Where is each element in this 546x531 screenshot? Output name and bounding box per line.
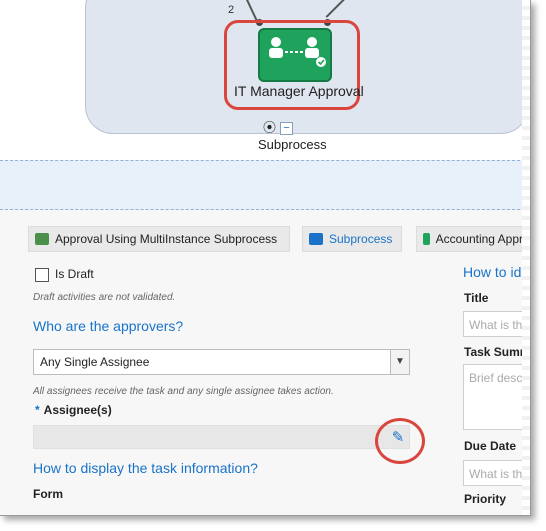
- subprocess-controls: ⦿ −: [263, 117, 294, 136]
- connector-label: 2: [228, 4, 235, 16]
- is-draft-label: Is Draft: [55, 267, 94, 281]
- collapse-button[interactable]: −: [280, 122, 294, 136]
- process-diagram: 2 IT Manager Approval ⦿ − Subprocess: [0, 0, 530, 160]
- approver-hint: All assignees receive the task and any s…: [33, 386, 334, 397]
- multi-instance-icon[interactable]: ⦿: [263, 120, 276, 135]
- tab-approval-task[interactable]: Accounting Appr: [416, 226, 530, 252]
- approver-type-select[interactable]: Any Single Assignee ▼: [33, 349, 410, 375]
- form-label: Form: [33, 487, 63, 501]
- display-heading[interactable]: How to display the task information?: [33, 460, 258, 476]
- title-label: Title: [464, 291, 489, 305]
- title-input[interactable]: What is th: [463, 311, 530, 337]
- screenshot-frame: 2 IT Manager Approval ⦿ − Subprocess Appr…: [0, 0, 531, 516]
- chevron-down-icon[interactable]: ▼: [390, 350, 409, 374]
- tab-process[interactable]: Approval Using MultiInstance Subprocess: [28, 226, 290, 252]
- identify-heading[interactable]: How to id: [463, 264, 521, 280]
- approval-task-node[interactable]: [258, 28, 332, 82]
- torn-edge: [522, 0, 530, 515]
- subprocess-label: Subprocess: [258, 137, 327, 152]
- summary-textarea[interactable]: Brief desc: [463, 364, 530, 430]
- task-title: IT Manager Approval: [234, 83, 364, 99]
- approval-task-icon: [423, 233, 430, 245]
- tab-label: Approval Using MultiInstance Subprocess: [55, 232, 278, 246]
- tab-subprocess[interactable]: Subprocess: [302, 226, 402, 252]
- summary-label: Task Summ: [464, 345, 531, 359]
- due-date-input[interactable]: What is th: [463, 460, 530, 486]
- panel-splitter[interactable]: [0, 160, 530, 210]
- approvers-heading[interactable]: Who are the approvers?: [33, 318, 183, 334]
- is-draft-checkbox[interactable]: [35, 268, 49, 282]
- select-value: Any Single Assignee: [40, 355, 150, 369]
- tab-label: Subprocess: [329, 232, 393, 246]
- tab-label: Accounting Appr: [435, 232, 523, 246]
- priority-label: Priority: [464, 492, 507, 506]
- process-icon: [35, 233, 49, 245]
- draft-hint: Draft activities are not validated.: [33, 292, 176, 303]
- users-handoff-icon: [269, 37, 326, 67]
- assignees-label-text: Assignee(s): [43, 403, 112, 417]
- due-date-label: Due Date: [464, 439, 517, 453]
- subprocess-icon: [309, 233, 323, 245]
- assignees-field[interactable]: [33, 425, 410, 449]
- required-marker: *: [35, 403, 40, 417]
- pencil-icon[interactable]: ✎: [389, 429, 407, 447]
- assignees-label: * Assignee(s): [35, 403, 112, 417]
- properties-panel: Approval Using MultiInstance Subprocess …: [0, 210, 530, 515]
